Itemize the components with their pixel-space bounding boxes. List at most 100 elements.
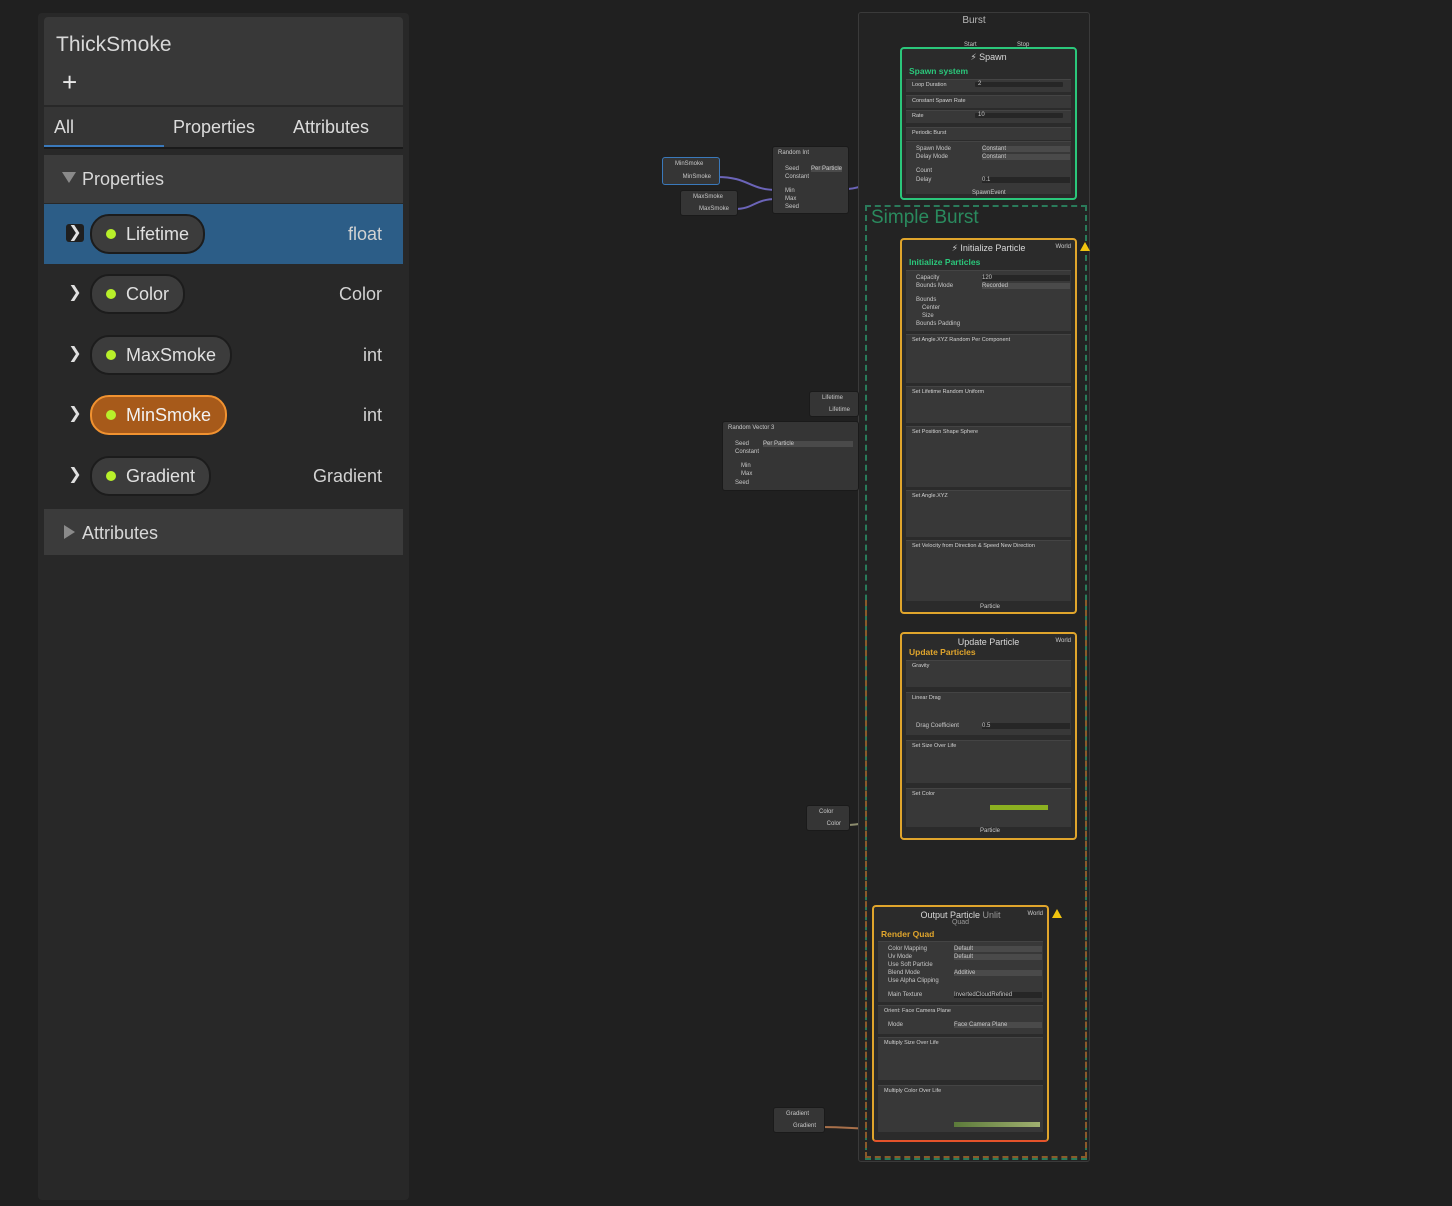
start-port-label[interactable]: Start [964,42,977,48]
init-block-angle2[interactable]: Set Angle.XYZ [906,490,1071,537]
stop-port-label[interactable]: Stop [1017,42,1029,48]
property-row-gradient[interactable]: ❯ Gradient Gradient [44,446,403,506]
chevron-right-icon[interactable]: ❯ [66,284,84,302]
warning-icon[interactable] [1052,909,1062,918]
property-row-color[interactable]: ❯ Color Color [44,264,403,324]
property-dot-icon [106,289,116,299]
graph-canvas[interactable]: Burst Simple Burst Start Stop ⚡ Spawn Sp… [409,0,1452,1206]
edge-minsmoke [716,176,778,191]
update-block-color[interactable]: Set Color [906,788,1071,827]
tab-attributes[interactable]: Attributes [293,107,369,147]
random-int-node[interactable]: Random Int Seed Per Particle Constant Mi… [772,146,849,214]
property-row-minsmoke[interactable]: ❯ MinSmoke int [44,385,403,445]
update-block-drag[interactable]: Linear Drag Drag Coefficient 0.5 [906,692,1071,735]
update-context[interactable]: Update Particle World Update Particles G… [900,632,1077,840]
delay-mode-dropdown[interactable]: Constant [982,154,1070,160]
update-subtitle: Update Particles [909,647,976,657]
expand-triangle-icon [64,525,75,539]
loop-label: Loop Duration [912,82,947,88]
property-pill[interactable]: MinSmoke [90,395,228,435]
color-mapping-dropdown[interactable]: Default [954,946,1042,952]
block-title: Set Angle.XYZ [912,493,948,499]
block-title: Set Position Shape Sphere [912,429,979,435]
property-pill[interactable]: Gradient [90,456,212,496]
uv-mode-dropdown[interactable]: Default [954,954,1042,960]
spawn-context[interactable]: Start Stop ⚡ Spawn Spawn system Loop Dur… [900,42,1077,200]
output-block-orient[interactable]: Orient: Face Camera Plane Mode Face Came… [878,1005,1043,1034]
loop-duration-row[interactable]: Loop Duration 2 [906,79,1071,92]
loop-value[interactable]: 2 [975,81,1063,87]
tab-all[interactable]: All [44,107,164,147]
bounds-mode-label: Bounds Mode [916,283,954,289]
bolt-icon: ⚡ [970,52,977,62]
mode-dropdown[interactable]: Face Camera Plane [954,1022,1042,1028]
output-context[interactable]: Output Particle Unlit Quad World Render … [872,905,1049,1142]
init-block-velocity[interactable]: Set Velocity from Direction & Speed New … [906,540,1071,601]
rate-label: Rate [912,113,924,119]
warning-icon[interactable] [1080,242,1090,251]
min-label: Min [741,463,751,469]
spawn-event-out[interactable]: SpawnEvent [972,190,1006,196]
blend-mode-dropdown[interactable]: Additive [954,970,1042,976]
add-property-button[interactable]: + [62,69,77,95]
update-space[interactable]: World [1055,638,1071,644]
property-pill[interactable]: Color [90,274,186,314]
output-block-size[interactable]: Multiply Size Over Life [878,1037,1043,1080]
init-block-position[interactable]: Set Position Shape Sphere [906,426,1071,487]
update-block-size[interactable]: Set Size Over Life [906,740,1071,783]
delay-mode-label: Delay Mode [916,154,949,160]
update-out[interactable]: Particle [980,828,1000,834]
property-type: float [347,224,382,244]
constant-spawn-rate-block[interactable]: Constant Spawn Rate [906,95,1071,108]
properties-category[interactable]: Properties [44,155,403,203]
chevron-right-icon[interactable]: ❯ [66,345,84,363]
output-block-color[interactable]: Multiply Color Over Life [878,1085,1043,1132]
main-texture-field[interactable]: InvertedCloudRefined [954,992,1042,998]
property-name: MaxSmoke [126,345,217,365]
property-row-maxsmoke[interactable]: ❯ MaxSmoke int [44,325,403,385]
attributes-category-label: Attributes [82,523,159,543]
drag-value[interactable]: 0.5 [982,723,1070,729]
initialize-context[interactable]: ⚡ Initialize Particle World Initialize P… [900,238,1077,614]
periodic-burst-block[interactable]: Periodic Burst [906,127,1071,140]
group-title: Simple Burst [871,207,979,228]
capacity-value[interactable]: 120 [982,275,1070,281]
init-space[interactable]: World [1055,244,1071,250]
update-block-gravity[interactable]: Gravity [906,660,1071,687]
chevron-right-icon[interactable]: ❯ [66,224,84,242]
node-title: Lifetime [822,395,844,401]
seed-dropdown[interactable]: Per Particle [811,166,843,172]
init-block-angle[interactable]: Set Angle.XYZ Random Per Component [906,334,1071,383]
property-type: Color [338,284,382,304]
gradient-swatch[interactable] [954,1122,1040,1127]
seed-dropdown[interactable]: Per Particle [763,441,853,447]
bounds-mode-dropdown[interactable]: Recorded [982,283,1070,289]
node-title: Color [819,809,834,815]
minsmoke-node[interactable]: MinSmoke MinSmoke [662,157,720,185]
lifetime-node[interactable]: Lifetime Lifetime [809,391,859,417]
spawn-title: ⚡ Spawn [902,52,1075,63]
property-pill[interactable]: MaxSmoke [90,335,233,375]
delay-value[interactable]: 0.1 [982,177,1070,183]
property-row-lifetime[interactable]: ❯ Lifetime float [44,204,403,264]
node-out: MaxSmoke [698,206,729,212]
spawn-mode-dropdown[interactable]: Constant [982,146,1070,152]
chevron-right-icon[interactable]: ❯ [66,405,84,423]
chevron-right-icon[interactable]: ❯ [66,466,84,484]
property-pill[interactable]: Lifetime [90,214,206,254]
output-space[interactable]: World [1027,911,1043,917]
maxsmoke-node[interactable]: MaxSmoke MaxSmoke [680,190,738,216]
tab-properties[interactable]: Properties [173,107,255,147]
color-node[interactable]: Color Color [806,805,850,831]
system-name: Burst [962,15,986,26]
init-out[interactable]: Particle [980,604,1000,610]
init-block-lifetime[interactable]: Set Lifetime Random Uniform [906,386,1071,423]
gradient-node[interactable]: Gradient Gradient [773,1107,825,1133]
attributes-category[interactable]: Attributes [44,509,403,555]
rate-value[interactable]: 10 [975,112,1063,118]
rate-row[interactable]: Rate 10 [906,110,1071,123]
property-name: MinSmoke [126,405,212,425]
block-title: Linear Drag [912,695,941,701]
color-swatch[interactable] [990,805,1048,810]
random-vector-node[interactable]: Random Vector 3 Seed Per Particle Consta… [722,421,859,491]
